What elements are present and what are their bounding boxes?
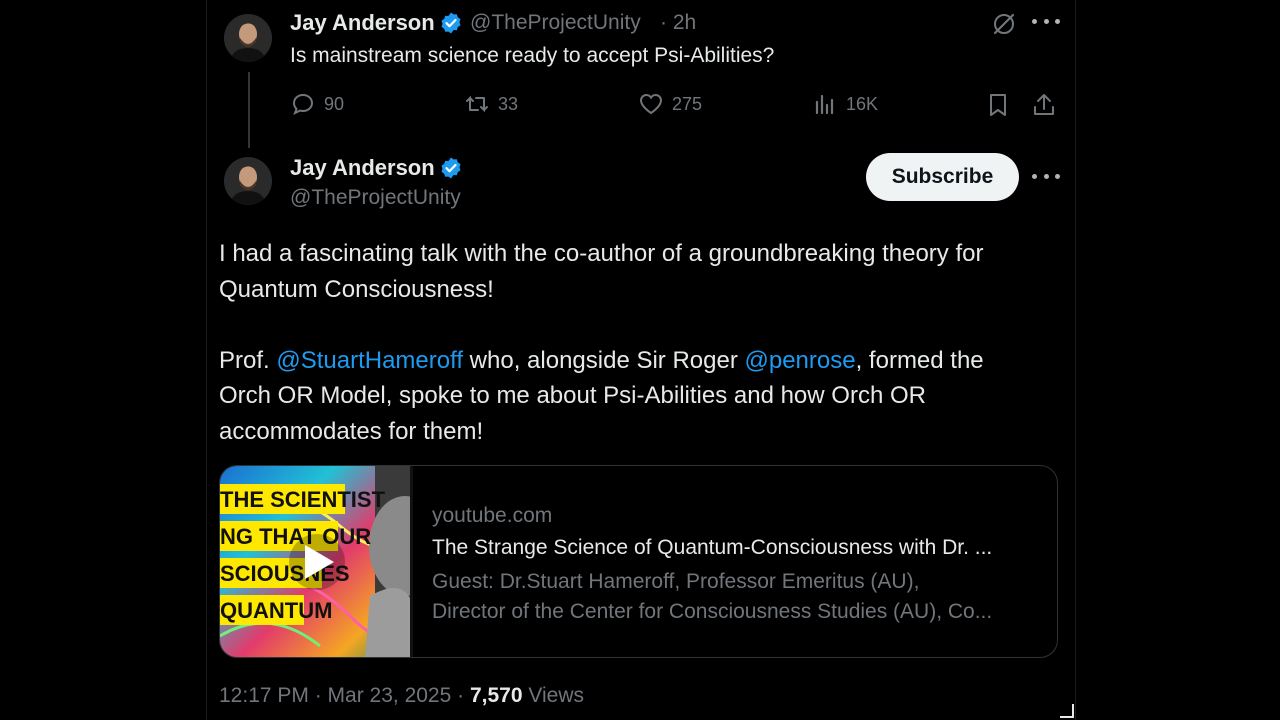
main-author-handle[interactable]: @TheProjectUnity xyxy=(290,186,461,210)
repost-button[interactable]: 33 xyxy=(464,90,518,118)
card-desc-line: Guest: Dr.Stuart Hameroff, Professor Eme… xyxy=(432,570,920,593)
text-line: I had a fascinating talk with the co-aut… xyxy=(219,240,984,267)
text-line: Orch OR Model, spoke to me about Psi-Abi… xyxy=(219,382,926,409)
text-fragment: , formed the xyxy=(855,346,984,374)
thumbnail-image: THE SCIENTIST NG THAT OUR SCIOUSNES QUAN… xyxy=(220,466,413,657)
reply-count: 90 xyxy=(324,93,345,114)
avatar-image xyxy=(224,157,272,205)
grok-button[interactable] xyxy=(991,11,1017,37)
mention-penrose[interactable]: @penrose xyxy=(745,347,856,374)
text-line: Prof. @StuartHameroff who, alongside Sir… xyxy=(219,343,1069,379)
author-avatar[interactable] xyxy=(224,14,272,62)
play-icon[interactable] xyxy=(289,534,345,590)
reply-button[interactable]: 90 xyxy=(290,90,344,118)
bookmark-icon xyxy=(990,94,1006,116)
tweet-time[interactable]: · 2h xyxy=(660,11,696,35)
verified-icon xyxy=(441,12,461,34)
author-handle[interactable]: @TheProjectUnity xyxy=(470,11,641,35)
text-fragment: Prof. xyxy=(219,346,277,374)
thumb-text: QUANTUM xyxy=(220,598,332,623)
repost-icon xyxy=(466,95,488,113)
share-button[interactable] xyxy=(1031,92,1057,118)
thread-line xyxy=(248,72,250,148)
card-desc-line: Director of the Center for Consciousness… xyxy=(432,600,993,623)
share-icon xyxy=(1034,94,1054,115)
main-author-avatar[interactable] xyxy=(224,157,272,205)
more-icon[interactable] xyxy=(1032,174,1060,182)
view-count: 16K xyxy=(846,93,879,114)
author-name[interactable]: Jay Anderson xyxy=(290,10,435,36)
main-tweet-text: I had a fascinating talk with the co-aut… xyxy=(219,236,1069,449)
link-card[interactable]: THE SCIENTIST NG THAT OUR SCIOUSNES QUAN… xyxy=(219,465,1058,658)
views-icon xyxy=(815,94,834,115)
reply-icon xyxy=(292,93,314,115)
parent-tweet-text: Is mainstream science ready to accept Ps… xyxy=(290,44,775,67)
views-button[interactable]: 16K xyxy=(812,90,878,118)
resize-handle xyxy=(1060,704,1074,718)
mention-stuarthameroff[interactable]: @StuartHameroff xyxy=(276,347,463,374)
card-description: Guest: Dr.Stuart Hameroff, Professor Eme… xyxy=(432,567,1042,627)
video-thumbnail[interactable]: THE SCIENTIST NG THAT OUR SCIOUSNES QUAN… xyxy=(220,466,413,657)
avatar-image xyxy=(224,14,272,62)
tweet-meta: 12:17 PM · Mar 23, 2025 · 7,570 Views xyxy=(219,684,584,708)
repost-count: 33 xyxy=(498,93,519,114)
more-icon[interactable] xyxy=(1032,19,1060,27)
like-button[interactable]: 275 xyxy=(638,90,702,118)
card-title: The Strange Science of Quantum-Conscious… xyxy=(432,536,993,559)
text-fragment: who, alongside Sir Roger xyxy=(463,346,745,374)
views-label: Views xyxy=(522,684,585,707)
card-domain: youtube.com xyxy=(432,504,553,527)
subscribe-button[interactable]: Subscribe xyxy=(866,153,1019,201)
grok-icon xyxy=(993,13,1015,35)
like-icon xyxy=(639,93,663,115)
tweet-timestamp[interactable]: 12:17 PM · Mar 23, 2025 · xyxy=(219,684,470,707)
views-count: 7,570 xyxy=(469,684,523,707)
bookmark-button[interactable] xyxy=(985,92,1011,118)
main-author-name[interactable]: Jay Anderson xyxy=(290,155,435,181)
thumb-text: THE SCIENTIST xyxy=(220,487,386,512)
like-count: 275 xyxy=(672,93,703,114)
text-line: Quantum Consciousness! xyxy=(219,275,494,303)
text-line: accommodates for them! xyxy=(219,417,484,445)
verified-icon xyxy=(441,157,461,179)
